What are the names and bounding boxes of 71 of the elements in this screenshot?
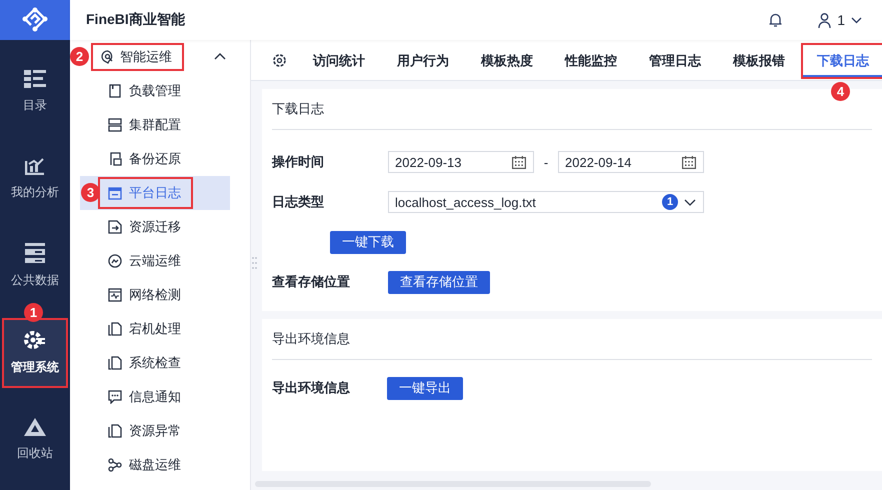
download-button[interactable]: 一键下载 (330, 230, 406, 254)
menu-item[interactable]: 宕机处理 (80, 312, 230, 346)
menu-item[interactable]: 备份还原 (80, 142, 230, 176)
field-label: 查看存储位置 (272, 273, 351, 291)
pages-icon (108, 356, 122, 370)
chevron-down-icon[interactable] (851, 16, 862, 24)
bell-icon[interactable] (769, 13, 782, 27)
logo-icon[interactable] (22, 7, 48, 33)
tab[interactable]: 用户行为 (381, 43, 465, 79)
drag-handle-icon[interactable] (252, 257, 257, 269)
server-icon (108, 118, 122, 132)
app-title: FineBI商业智能 (86, 11, 185, 29)
menu-item[interactable]: 负载管理 (80, 74, 230, 108)
tab[interactable]: 模板报错 (717, 43, 801, 79)
nav-item[interactable]: 公共数据 (2, 231, 68, 301)
menu-item[interactable]: 资源异常 (80, 414, 230, 448)
field-label: 日志类型 (272, 193, 325, 211)
chevron-down-icon[interactable] (684, 198, 696, 206)
step-number: 4 (831, 82, 850, 101)
tab[interactable]: 管理日志 (633, 43, 717, 79)
user-icon[interactable] (818, 12, 832, 28)
tab[interactable]: 访问统计 (297, 43, 381, 79)
menu-item[interactable]: 网络检测 (80, 278, 230, 312)
chart-icon (25, 157, 45, 175)
calendar-icon (108, 186, 122, 200)
menu-item[interactable]: 云端运维 (80, 244, 230, 278)
panel-title: 导出环境信息 (272, 330, 350, 348)
pages-icon (108, 424, 122, 438)
gear-icon (24, 330, 46, 350)
import-icon (108, 220, 122, 234)
range-separator: - (542, 154, 550, 170)
tab[interactable]: 下载日志 (801, 43, 882, 79)
step-number: 1 (24, 303, 43, 322)
menu-item[interactable]: 磁盘运维 (80, 448, 230, 482)
count-badge: 1 (662, 194, 678, 210)
nav-item[interactable]: 目录 (2, 57, 68, 127)
calendar-icon[interactable] (682, 156, 696, 168)
date-field[interactable]: 2022-09-13 (388, 151, 534, 173)
tab[interactable]: 模板热度 (465, 43, 549, 79)
date-field[interactable]: 2022-09-14 (558, 151, 704, 173)
step-number: 2 (70, 47, 89, 66)
tab[interactable]: 性能监控 (549, 43, 633, 79)
pages-icon (108, 322, 122, 336)
export-button[interactable]: 一键导出 (387, 376, 463, 400)
menu-group[interactable]: 智能运维 (91, 43, 184, 71)
select-field[interactable]: localhost_access_log.txt 1 (388, 191, 704, 213)
settings-icon[interactable] (272, 52, 287, 68)
menu-item[interactable]: 集群配置 (80, 108, 230, 142)
monitor-icon (108, 288, 122, 302)
nav-item[interactable]: 管理系统 (2, 318, 68, 388)
shield-icon (101, 50, 114, 64)
share-icon (108, 458, 122, 472)
cloud-icon (108, 254, 122, 268)
calendar-icon[interactable] (512, 156, 526, 168)
menu-item[interactable]: 资源迁移 (80, 210, 230, 244)
list-icon (24, 70, 46, 88)
nav-item[interactable]: 我的分析 (2, 144, 68, 214)
chat-icon (108, 390, 122, 404)
location-button[interactable]: 查看存储位置 (388, 270, 490, 294)
chevron-up-icon[interactable] (214, 52, 226, 60)
user-name[interactable]: 1 (837, 12, 845, 28)
field-label: 导出环境信息 (272, 379, 351, 397)
backup-icon (108, 152, 122, 166)
card-icon (108, 84, 122, 98)
panel-title: 下载日志 (272, 100, 324, 118)
triangle-icon (24, 418, 46, 436)
field-label: 操作时间 (272, 153, 325, 171)
menu-item[interactable]: 信息通知 (80, 380, 230, 414)
nav-item[interactable]: 回收站 (2, 405, 68, 475)
menu-item[interactable]: 系统检查 (80, 346, 230, 380)
database-icon (25, 243, 45, 263)
